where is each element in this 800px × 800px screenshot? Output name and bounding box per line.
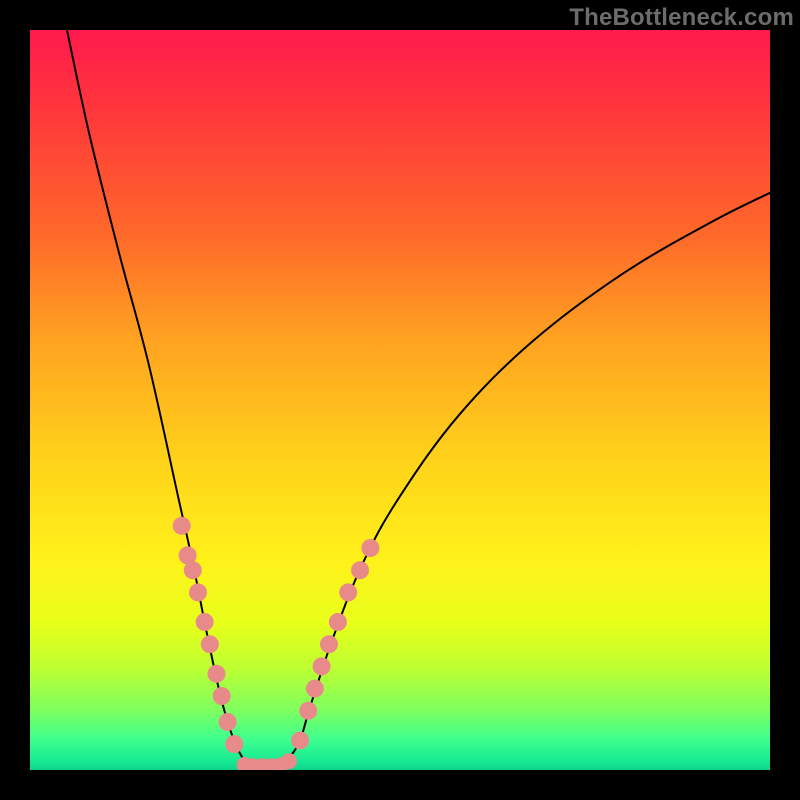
data-dot	[291, 731, 309, 749]
data-dot	[219, 713, 237, 731]
data-dots-bottom	[237, 753, 297, 770]
data-dot	[201, 635, 219, 653]
data-dot	[339, 583, 357, 601]
data-dot	[213, 687, 231, 705]
data-dot	[225, 735, 243, 753]
data-dot	[351, 561, 369, 579]
bottleneck-curve	[67, 30, 770, 769]
data-dot	[313, 657, 331, 675]
data-dot	[189, 583, 207, 601]
data-dots-right	[291, 539, 379, 749]
data-dot	[306, 680, 324, 698]
data-dot	[320, 635, 338, 653]
data-dot	[361, 539, 379, 557]
data-dot	[207, 665, 225, 683]
data-dot	[329, 613, 347, 631]
data-dot	[184, 561, 202, 579]
data-dot	[173, 517, 191, 535]
data-dot	[299, 702, 317, 720]
data-dot	[281, 753, 297, 769]
data-dot	[196, 613, 214, 631]
chart-plot-area	[30, 30, 770, 770]
